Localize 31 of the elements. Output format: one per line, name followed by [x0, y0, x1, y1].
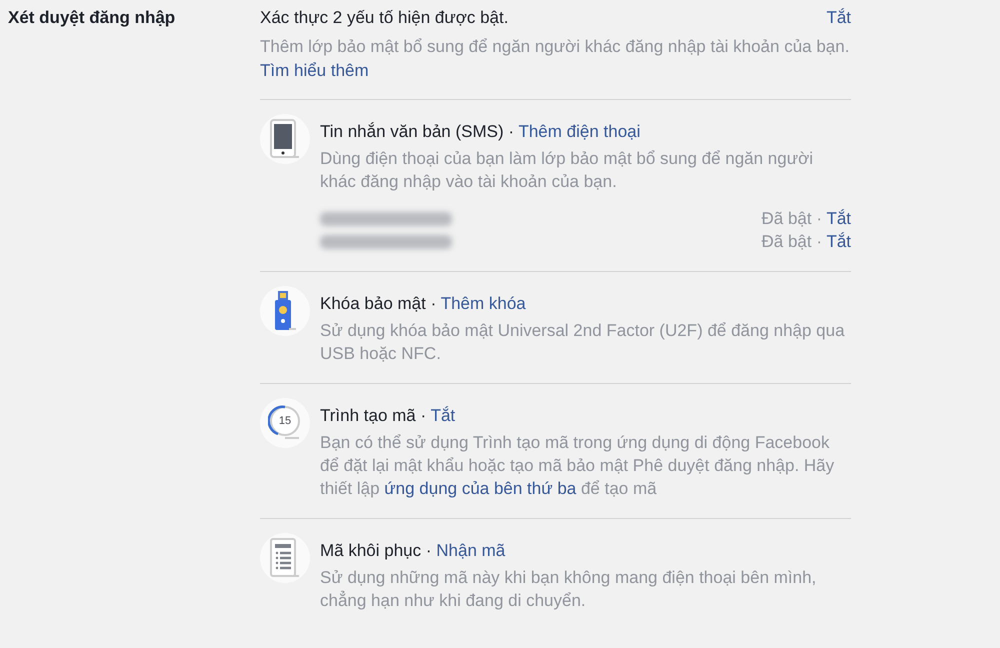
- separator-dot: ·: [420, 406, 426, 425]
- separator-dot: ·: [816, 208, 822, 228]
- third-party-app-link[interactable]: ứng dụng của bên thứ ba: [384, 479, 576, 498]
- method-title: Trình tạo mã: [320, 406, 416, 425]
- method-description: Sử dụng khóa bảo mật Universal 2nd Factor (U2F) để đăng nhập qua USB hoặc NFC.: [320, 320, 846, 365]
- method-description: Bạn có thể sử dụng Trình tạo mã trong ứng dụng di động Facebook để đặt lại mật khẩu hoặc tạo mã bảo mật Phê duyệt đăng nhập. Hãy thiết lập ứng dụng của bên thứ ba để tạo mã: [320, 432, 836, 500]
- method-description: Sử dụng những mã này khi bạn không mang điện thoại bên mình, chẳng hạn như khi đang di chuyển.: [320, 567, 818, 612]
- turn-off-link[interactable]: Tắt: [826, 6, 851, 29]
- phone-icon: [270, 119, 300, 159]
- status-text: Xác thực 2 yếu tố hiện được bật.: [260, 7, 508, 29]
- phone-status: Đã bật: [762, 208, 812, 228]
- method-title: Khóa bảo mật: [320, 294, 426, 313]
- separator-dot: ·: [430, 294, 436, 313]
- turn-off-link[interactable]: Tắt: [826, 232, 851, 250]
- separator-dot: ·: [508, 122, 514, 141]
- method-action-link[interactable]: Nhận mã: [436, 541, 506, 560]
- separator-dot: ·: [426, 541, 432, 560]
- separator-dot: ·: [816, 232, 822, 250]
- method-description: Dùng điện thoại của bạn làm lớp bảo mật bổ sung để ngăn người khác đăng nhập vào tài khoản của bạn.: [320, 148, 814, 193]
- turn-off-link[interactable]: Tắt: [826, 208, 851, 228]
- intro-text: Thêm lớp bảo mật bổ sung để ngăn người khác đăng nhập tài khoản của bạn. Tìm hiểu thêm: [260, 35, 851, 100]
- usb-key-icon: [274, 290, 296, 332]
- phone-status: Đã bật: [762, 232, 812, 250]
- document-list-icon: [270, 538, 300, 578]
- learn-more-link[interactable]: Tìm hiểu thêm: [260, 61, 369, 80]
- method-action-link[interactable]: Tắt: [430, 406, 456, 425]
- method-action-link[interactable]: Thêm điện thoại: [518, 122, 640, 141]
- method-title: Mã khôi phục: [320, 541, 422, 560]
- method-title: Tin nhắn văn bản (SMS): [320, 122, 504, 141]
- method-action-link[interactable]: Thêm khóa: [440, 294, 526, 313]
- section-label: Xét duyệt đăng nhập: [8, 7, 176, 29]
